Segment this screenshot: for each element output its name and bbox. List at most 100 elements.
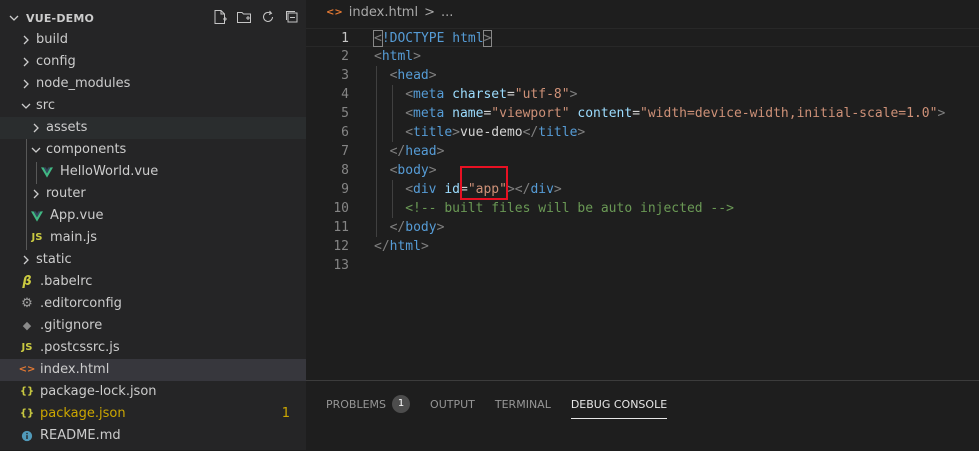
tab-label: OUTPUT [430,397,475,411]
tree-item-build[interactable]: build [0,29,306,51]
new-file-icon[interactable] [212,9,228,25]
tree-item-gitignore[interactable]: ◆ .gitignore [0,315,306,337]
tree-item-label: static [36,252,72,267]
tab-terminal[interactable]: TERMINAL [495,393,551,415]
tree-item-label: src [36,98,55,113]
chevron-right-icon [30,117,42,139]
tree-item-config[interactable]: config [0,51,306,73]
code-line[interactable]: 6 <title>vue-demo</title> [306,123,979,142]
tab-problems[interactable]: PROBLEMS 1 [326,393,411,415]
tree-item-label: README.md [40,428,121,443]
line-number: 2 [341,49,349,64]
code-line[interactable]: 1 <!DOCTYPE html> [306,28,979,47]
tree-item-components[interactable]: components [0,139,306,161]
line-number: 5 [341,106,349,121]
tree-item-package-lock-json[interactable]: {} package-lock.json [0,381,306,403]
indent-guide [376,161,377,180]
code-line[interactable]: 4 <meta charset="utf-8"> [306,85,979,104]
tree-item-index-html[interactable]: <> index.html [0,359,306,381]
tree-item-label: App.vue [50,208,104,223]
line-number: 12 [333,239,349,254]
chevron-right-icon [20,249,32,271]
tree-item-node-modules[interactable]: node_modules [0,73,306,95]
tree-item-postcssrc-js[interactable]: JS .postcssrc.js [0,337,306,359]
code-text: <title>vue-demo</title> [405,125,586,140]
tree-item-helloworld-vue[interactable]: HelloWorld.vue [0,161,306,183]
tab-debug-console[interactable]: DEBUG CONSOLE [570,393,668,419]
line-number: 10 [333,201,349,216]
code-text: <html> [374,49,421,64]
tree-item-babelrc[interactable]: β .babelrc [0,271,306,293]
breadcrumb: <> index.html > ... [306,0,453,24]
indent-guide [391,199,393,218]
tab-label: TERMINAL [494,397,551,411]
explorer-sidebar: VUE-DEMO build config node_modules src a… [0,0,306,450]
new-folder-icon[interactable] [236,9,252,25]
code-text: <!-- built files will be auto injected -… [405,201,734,216]
tree-item-package-json[interactable]: {} package.json 1 [0,403,306,425]
tree-item-src[interactable]: src [0,95,306,117]
chevron-right-icon [20,29,32,51]
js-file-icon: JS [21,342,33,353]
code-line[interactable]: 3 <head> [306,66,979,85]
code-line[interactable]: 2 <html> [306,47,979,66]
code-editor[interactable]: <> index.html > ... 1 <!DOCTYPE html> 2 <ht… [306,0,979,380]
babel-icon: β [22,274,32,289]
html-file-icon: <> [18,364,36,375]
tree-item-label: assets [46,120,88,135]
refresh-icon[interactable] [260,9,276,25]
tree-item-label: node_modules [36,76,131,91]
code-text: <meta charset="utf-8"> [405,87,578,102]
tree-item-readme-md[interactable]: README.md [0,425,306,447]
vue-file-icon [30,205,44,227]
tree-item-label: .editorconfig [40,296,122,311]
chevron-down-icon[interactable] [8,7,20,29]
indent-guide [376,104,377,123]
breadcrumb-more[interactable]: ... [441,5,453,20]
code-line[interactable]: 8 <body> [306,161,979,180]
code-line[interactable]: 12 </html> [306,237,979,256]
collapse-all-icon[interactable] [284,9,300,25]
code-text: <head> [389,68,437,83]
tree-item-static[interactable]: static [0,249,306,271]
code-text: <meta name="viewport" content="width=dev… [405,106,946,121]
line-number: 8 [341,163,349,178]
chevron-down-icon [20,95,32,117]
code-line[interactable]: 5 <meta name="viewport" content="width=de… [306,104,979,123]
chevron-right-icon [20,73,32,95]
tab-output[interactable]: OUTPUT [430,393,475,415]
problem-count-badge: 1 [281,406,290,421]
html-file-icon: <> [326,6,343,18]
indent-guide [376,180,377,199]
code-text: </body> [389,220,445,235]
indent-guide [391,85,393,104]
tab-label: PROBLEMS [326,397,387,411]
chevron-right-icon [30,183,42,205]
code-text: <body> [389,163,437,178]
tree-item-label: package.json [40,406,126,421]
code-line[interactable]: 10 <!-- built files will be auto injected… [306,199,979,218]
explorer-actions [212,9,300,25]
indent-guide [391,180,393,199]
explorer-title: VUE-DEMO [26,11,95,25]
tree-item-app-vue[interactable]: App.vue [0,205,306,227]
chevron-right-icon [20,51,32,73]
indent-guide [376,66,377,85]
chevron-down-icon [30,139,42,161]
tree-item-label: config [36,54,76,69]
tree-item-label: components [46,142,127,157]
code-line[interactable]: 9 <div id="app"></div> [306,180,979,199]
code-line[interactable]: 11 </body> [306,218,979,237]
tree-item-router[interactable]: router [0,183,306,205]
breadcrumb-file[interactable]: index.html [349,5,418,20]
bottom-panel: PROBLEMS 1 OUTPUT TERMINAL DEBUG CONSOLE [306,380,979,451]
code-line[interactable]: 13 [306,256,979,275]
code-line[interactable]: 7 </head> [306,142,979,161]
git-icon: ◆ [22,319,32,332]
tree-item-label: build [36,32,68,47]
tree-item-main-js[interactable]: JS main.js [0,227,306,249]
tree-item-assets[interactable]: assets [0,117,306,139]
code-text: </html> [374,239,429,254]
panel-tabs: PROBLEMS 1 OUTPUT TERMINAL DEBUG CONSOLE [326,393,687,419]
tree-item-editorconfig[interactable]: ⚙ .editorconfig [0,293,306,315]
